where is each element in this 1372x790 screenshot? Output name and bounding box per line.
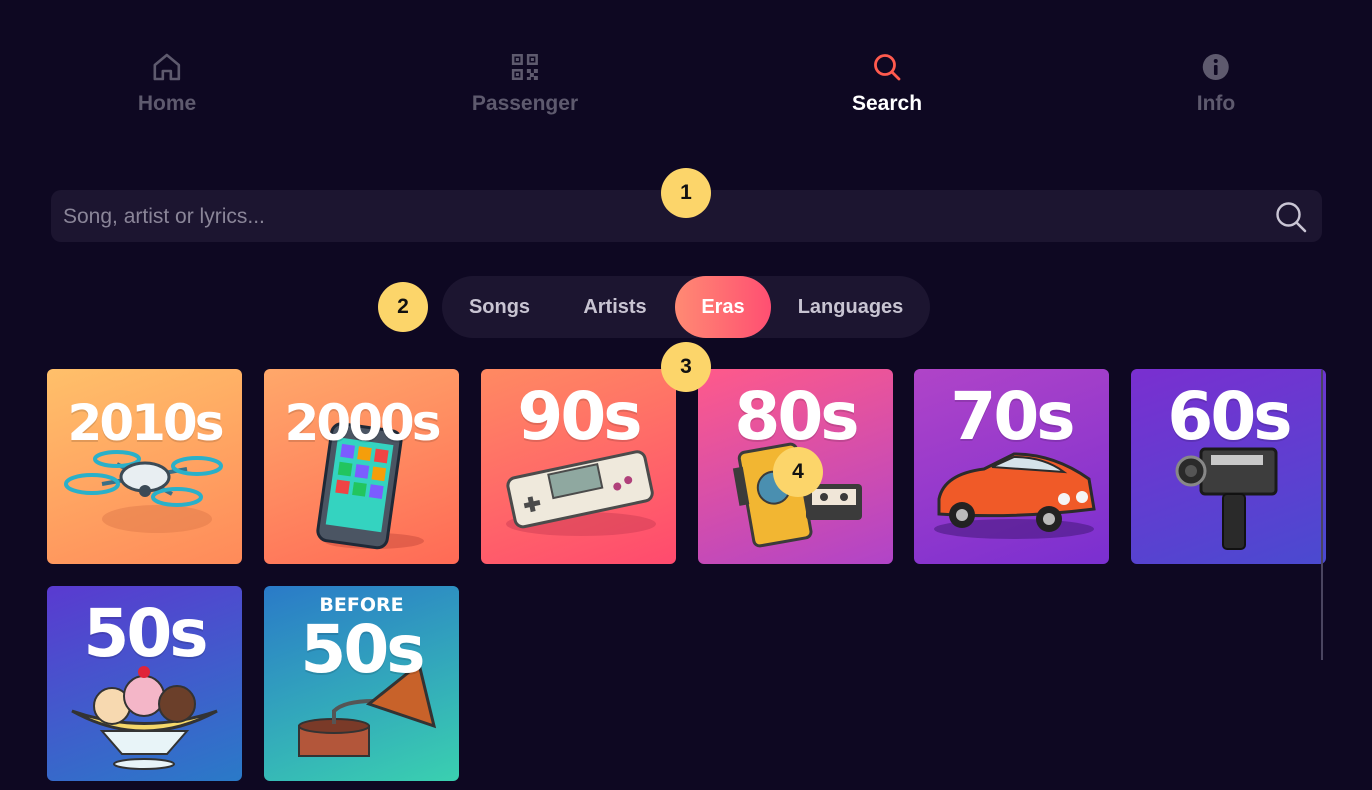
tab-artists[interactable]: Artists xyxy=(567,276,663,338)
nav-passenger[interactable]: Passenger xyxy=(472,50,578,116)
scrollbar[interactable] xyxy=(1321,370,1323,660)
tab-songs[interactable]: Songs xyxy=(442,276,557,338)
era-tile-60s[interactable]: 60s xyxy=(1131,369,1326,564)
era-tile-before-50s[interactable]: BEFORE 50s xyxy=(264,586,459,781)
nav-info-label: Info xyxy=(1196,92,1236,115)
search-input[interactable] xyxy=(61,190,1255,244)
annotation-badge-3: 3 xyxy=(661,342,711,392)
search-icon[interactable] xyxy=(1274,200,1308,234)
tab-languages[interactable]: Languages xyxy=(778,276,923,338)
annotation-badge-1: 1 xyxy=(661,168,711,218)
home-icon xyxy=(153,53,181,81)
era-label: 70s xyxy=(950,378,1075,455)
nav-info[interactable]: Info xyxy=(1197,50,1235,116)
search-icon xyxy=(874,54,901,81)
era-label: 90s xyxy=(517,378,642,455)
search-category-tabs: Songs Artists Eras Languages xyxy=(442,276,930,338)
annotation-badge-4: 4 xyxy=(773,447,823,497)
era-tile-90s[interactable]: 90s xyxy=(481,369,676,564)
nav-search[interactable]: Search xyxy=(852,50,922,116)
era-label: 50s xyxy=(83,595,208,672)
era-tile-2000s[interactable]: 2000s xyxy=(264,369,459,564)
era-label: 50s xyxy=(300,611,425,688)
era-label: 2010s xyxy=(67,394,225,452)
era-label: 2000s xyxy=(284,394,442,452)
era-tile-2010s[interactable]: 2010s xyxy=(47,369,242,564)
info-icon xyxy=(1202,54,1229,80)
nav-home-label: Home xyxy=(137,92,197,115)
era-label: 80s xyxy=(734,378,859,455)
era-tile-50s[interactable]: 50s xyxy=(47,586,242,781)
nav-search-label: Search xyxy=(851,92,923,115)
nav-home[interactable]: Home xyxy=(138,50,196,116)
qr-code-icon xyxy=(511,54,538,80)
top-navigation: Home Passenger Search Info xyxy=(0,0,1372,140)
tab-eras[interactable]: Eras xyxy=(675,276,771,338)
nav-passenger-label: Passenger xyxy=(471,92,579,115)
era-label: 60s xyxy=(1167,378,1292,455)
annotation-badge-2: 2 xyxy=(378,282,428,332)
era-tile-70s[interactable]: 70s xyxy=(914,369,1109,564)
